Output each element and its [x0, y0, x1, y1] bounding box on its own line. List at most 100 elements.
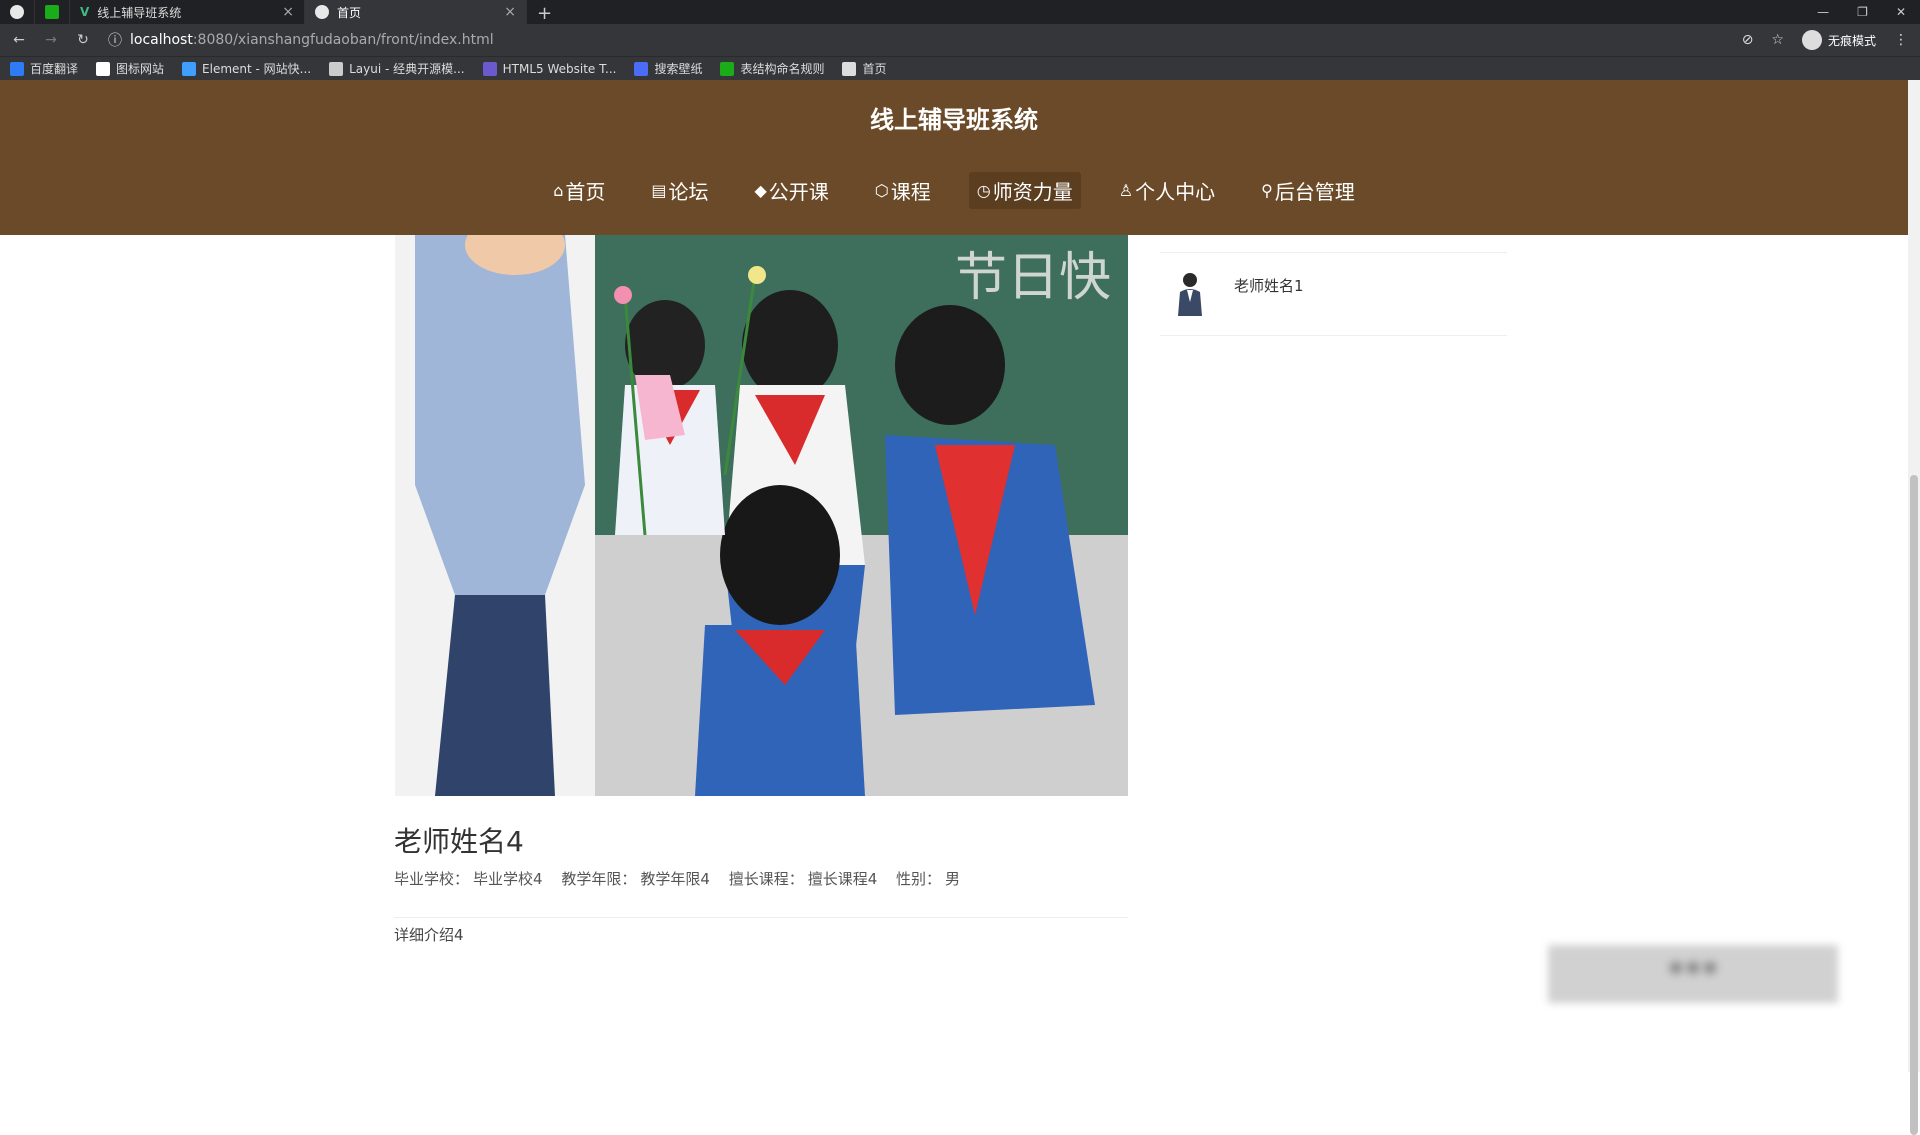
page-scrollbar[interactable] [1908, 80, 1920, 1135]
browser-tab-chrome[interactable] [0, 0, 35, 24]
bookmark-item[interactable]: 表结构命名规则 [720, 60, 824, 77]
teacher-photo: 节日快 [395, 235, 1128, 796]
site-title: 线上辅导班系统 [870, 106, 1038, 134]
new-tab-button[interactable]: + [527, 3, 562, 24]
sidebar-divider-top [1160, 252, 1507, 253]
bookmark-item[interactable]: 首页 [842, 60, 887, 77]
restore-icon[interactable]: ❐ [1857, 5, 1868, 19]
browser-tab-strip: V 线上辅导班系统 × 首页 × + — ❐ ✕ [0, 0, 1920, 24]
years-value: 教学年限4 [640, 870, 710, 888]
info-icon[interactable]: ⓘ [108, 30, 122, 50]
bookmark-item[interactable]: HTML5 Website T... [482, 61, 617, 76]
back-icon[interactable]: ← [6, 32, 32, 48]
bookmark-label: 百度翻译 [30, 62, 79, 76]
nav-label: 个人中心 [1135, 180, 1216, 204]
site-header: 线上辅导班系统 ⌂ 首页 ▤ 论坛 ◆ 公开课 ⬡ 课程 ◷ 师资力量 ♙ 个人中心 ⚲ 后台管理 [0, 80, 1908, 235]
incognito-button[interactable]: 无痕模式 [1801, 30, 1876, 50]
bookmark-label: 首页 [862, 62, 887, 76]
course-value: 擅长课程4 [807, 870, 878, 888]
bookmark-label: 表结构命名规则 [740, 62, 825, 76]
sidebar-teacher-name: 老师姓名1 [1234, 276, 1304, 295]
url-host: localhost [130, 32, 193, 48]
gender-label: 性别： [896, 870, 942, 888]
nav-label: 论坛 [668, 180, 709, 204]
nav-item-3[interactable]: ⬡ 课程 [867, 172, 939, 209]
green-app-icon [45, 5, 59, 19]
bookmark-icon [96, 61, 111, 76]
star-icon[interactable]: ☆ [1771, 32, 1784, 48]
nav-label: 师资力量 [992, 180, 1073, 204]
teacher-name: 老师姓名4 [394, 825, 524, 858]
svg-text:节日快: 节日快 [955, 248, 1111, 308]
nav-item-0[interactable]: ⌂ 首页 [545, 172, 613, 209]
url-path: :8080/xianshangfudaoban/front/index.html [192, 32, 494, 48]
vue-icon: V [80, 5, 90, 19]
bookmark-label: 搜索壁纸 [654, 62, 703, 76]
bookmark-icon [182, 61, 197, 76]
menu-icon[interactable]: ⋮ [1894, 32, 1908, 48]
nav-label: 后台管理 [1274, 180, 1355, 204]
browser-tab-app[interactable] [35, 0, 70, 24]
course-label: 擅长课程： [728, 870, 804, 888]
divider [394, 917, 1128, 918]
school-value: 毕业学校4 [473, 870, 543, 888]
incognito-label: 无痕模式 [1827, 33, 1876, 48]
sidebar-teacher-item[interactable]: 老师姓名1 [1172, 270, 1304, 318]
bookmark-icon [720, 61, 735, 76]
bookmark-label: 图标网站 [116, 62, 165, 76]
classroom-image: 节日快 [395, 235, 1128, 796]
nav-item-1[interactable]: ▤ 论坛 [643, 172, 716, 209]
nav-label: 公开课 [768, 180, 829, 204]
browser-tab-system[interactable]: V 线上辅导班系统 × [70, 0, 305, 24]
eye-off-icon[interactable]: ⊘ [1742, 32, 1754, 48]
bookmark-label: HTML5 Website T... [502, 61, 617, 76]
nav-item-5[interactable]: ♙ 个人中心 [1111, 172, 1223, 209]
close-icon[interactable]: × [504, 4, 516, 20]
nav-icon: ◆ [754, 181, 767, 200]
bookmark-icon [842, 61, 857, 76]
nav-item-2[interactable]: ◆ 公开课 [746, 172, 836, 209]
bookmark-item[interactable]: 搜索壁纸 [634, 60, 702, 77]
bookmark-icon [634, 61, 649, 76]
browser-tab-home[interactable]: 首页 × [305, 0, 527, 24]
bookmark-label: Layui - 经典开源模... [349, 62, 465, 76]
nav-icon: ◷ [976, 181, 991, 200]
bookmark-item[interactable]: Layui - 经典开源模... [329, 60, 465, 77]
tab-label: 首页 [337, 5, 362, 20]
url-field[interactable]: ⓘ localhost:8080/xianshangfudaoban/front… [108, 30, 494, 50]
school-label: 毕业学校： [394, 870, 470, 888]
teacher-avatar [1178, 273, 1202, 316]
sidebar-divider-bottom [1160, 335, 1507, 336]
tab-label: 线上辅导班系统 [97, 5, 182, 20]
incognito-icon [1801, 30, 1822, 50]
teacher-detail: 详细介绍4 [394, 926, 464, 944]
chrome-icon [10, 5, 24, 19]
nav-label: 首页 [565, 180, 606, 204]
forward-icon[interactable]: → [38, 32, 64, 48]
address-bar: ← → ↻ ⓘ localhost:8080/xianshangfudaoban… [0, 24, 1920, 56]
bookmark-item[interactable]: Element - 网站快... [182, 60, 311, 77]
bookmark-icon [329, 61, 344, 76]
close-window-icon[interactable]: ✕ [1896, 5, 1906, 19]
bookmark-label: Element - 网站快... [202, 62, 312, 76]
nav-item-6[interactable]: ⚲ 后台管理 [1253, 172, 1363, 209]
reload-icon[interactable]: ↻ [70, 32, 96, 48]
close-icon[interactable]: × [282, 4, 294, 20]
bookmark-item[interactable]: 图标网站 [96, 60, 164, 77]
years-label: 教学年限： [561, 870, 637, 888]
blurred-overlay: *** [1548, 945, 1838, 1003]
teacher-meta: 毕业学校： 毕业学校4 教学年限： 教学年限4 擅长课程： 擅长课程4 性别：男 [394, 868, 974, 889]
bookmark-item[interactable]: 百度翻译 [10, 60, 78, 77]
nav-icon: ⬡ [874, 181, 889, 200]
nav-label: 课程 [890, 180, 931, 204]
nav-item-4[interactable]: ◷ 师资力量 [968, 172, 1081, 209]
site-nav: ⌂ 首页 ▤ 论坛 ◆ 公开课 ⬡ 课程 ◷ 师资力量 ♙ 个人中心 ⚲ 后台管理 [0, 172, 1908, 209]
minimize-icon[interactable]: — [1817, 5, 1829, 19]
nav-icon: ▤ [651, 181, 667, 200]
globe-icon [315, 5, 329, 19]
nav-icon: ♙ [1118, 181, 1134, 200]
scrollbar-thumb[interactable] [1910, 475, 1918, 1135]
bookmark-icon [10, 61, 24, 76]
nav-icon: ⌂ [553, 181, 564, 200]
bookmark-icon [482, 61, 497, 76]
